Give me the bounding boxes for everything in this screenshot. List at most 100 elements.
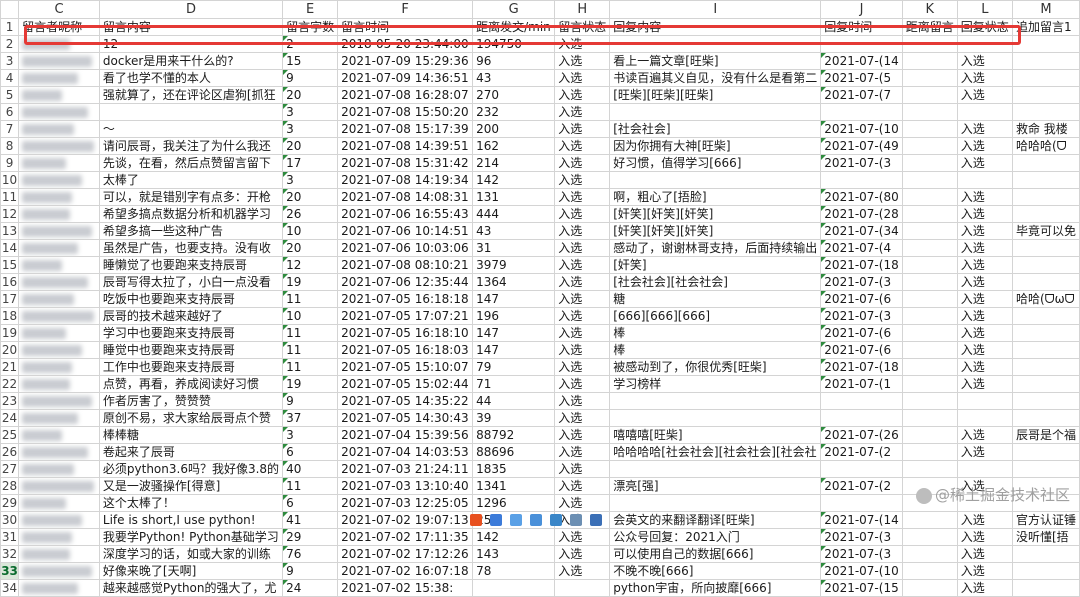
cell-m[interactable] [1011,35,1080,53]
cell-i[interactable]: 公众号回复：2021入门 [609,528,822,546]
cell-d[interactable]: 请问辰哥，我关注了为什么我还 [98,137,284,155]
cell-g[interactable]: 142 [472,171,556,189]
column-header-c[interactable]: C [18,0,100,19]
cell-j[interactable]: 2021-07-(80 [820,188,903,206]
nickname-cell[interactable] [18,222,100,240]
cell-e[interactable]: 10 [282,307,339,325]
column-header-d[interactable]: D [98,0,284,19]
cell-e[interactable]: 3 [282,171,339,189]
cell-e[interactable]: 9 [282,392,339,410]
app-icon[interactable] [470,514,482,526]
cell-i[interactable]: python宇宙，所向披靡[666] [609,579,822,597]
cell-g[interactable]: 194750 [472,35,556,53]
cell-l[interactable]: 入选 [956,324,1013,342]
cell-e[interactable]: 3 [282,120,339,138]
cell-h[interactable]: 入选 [554,409,611,427]
cell-k[interactable] [901,86,958,104]
cell-d[interactable]: 越来越感觉Python的强大了，尤 [98,579,284,597]
nickname-cell[interactable] [18,579,100,597]
cell-i[interactable]: 好习惯，值得学习[666] [609,154,822,172]
cell-i[interactable] [609,460,822,478]
cell-d[interactable] [98,103,284,121]
cell-f[interactable]: 2018-05-20 23:44:00 [337,35,474,53]
nickname-cell[interactable] [18,392,100,410]
cell-f[interactable]: 2021-07-09 15:29:36 [337,52,474,70]
cell-l[interactable]: 入选 [956,273,1013,291]
cell-d[interactable]: 学习中也要跑来支持辰哥 [98,324,284,342]
cell-f[interactable]: 2021-07-09 14:36:51 [337,69,474,87]
row-header[interactable]: 13 [0,222,20,240]
cell-j[interactable]: 2021-07-(3 [820,528,903,546]
cell-f[interactable]: 2021-07-08 15:50:20 [337,103,474,121]
cell-k[interactable] [901,341,958,359]
row-header[interactable]: 31 [0,528,20,546]
cell-k[interactable] [901,528,958,546]
cell-m[interactable] [1011,239,1080,257]
cell-e[interactable]: 76 [282,545,339,563]
cell-m[interactable] [1011,188,1080,206]
cell-e[interactable]: 11 [282,358,339,376]
cell-f[interactable]: 2021-07-06 10:14:51 [337,222,474,240]
cell-k[interactable] [901,35,958,53]
nickname-cell[interactable] [18,409,100,427]
cell-h[interactable]: 入选 [554,256,611,274]
cell-h[interactable]: 入选 [554,426,611,444]
cell-m[interactable] [1011,273,1080,291]
cell-d[interactable]: 睡觉中也要跑来支持辰哥 [98,341,284,359]
cell-h[interactable]: 入选 [554,562,611,580]
row-header[interactable]: 5 [0,86,20,104]
cell-e[interactable]: 6 [282,494,339,512]
cell-j[interactable]: 2021-07-(28 [820,205,903,223]
cell-h[interactable]: 入选 [554,528,611,546]
cell-k[interactable] [901,511,958,529]
cell-k[interactable] [901,120,958,138]
row-header[interactable]: 4 [0,69,20,87]
app-icon[interactable] [550,514,562,526]
cell-k[interactable] [901,290,958,308]
cell-i[interactable]: 可以使用自己的数据[666] [609,545,822,563]
cell-g[interactable]: 31 [472,239,556,257]
cell-m[interactable] [1011,358,1080,376]
row-header[interactable]: 33 [0,562,20,580]
cell-d[interactable]: 12 [98,35,284,53]
cell-d[interactable]: Life is short,I use python! [98,511,284,529]
cell-e[interactable]: 24 [282,579,339,597]
row-header[interactable]: 11 [0,188,20,206]
row-header[interactable]: 30 [0,511,20,529]
row-header[interactable]: 19 [0,324,20,342]
cell-m[interactable] [1011,545,1080,563]
cell-g[interactable]: 1341 [472,477,556,495]
app-icon[interactable] [590,514,602,526]
cell-l[interactable]: 入选 [956,511,1013,529]
cell-g[interactable] [472,579,556,597]
header-cell[interactable]: 留言时间 [337,18,474,36]
nickname-cell[interactable] [18,52,100,70]
cell-f[interactable]: 2021-07-08 15:17:39 [337,120,474,138]
cell-e[interactable]: 20 [282,188,339,206]
cell-i[interactable]: [奸笑][奸笑][奸笑] [609,205,822,223]
nickname-cell[interactable] [18,324,100,342]
cell-d[interactable]: 这个太棒了！ [98,494,284,512]
row-header[interactable]: 20 [0,341,20,359]
cell-g[interactable]: 79 [472,358,556,376]
cell-l[interactable]: 入选 [956,562,1013,580]
cell-k[interactable] [901,358,958,376]
cell-m[interactable] [1011,324,1080,342]
cell-f[interactable]: 2021-07-02 16:07:18 [337,562,474,580]
cell-l[interactable] [956,35,1013,53]
cell-h[interactable]: 入选 [554,443,611,461]
cell-j[interactable]: 2021-07-(26 [820,426,903,444]
cell-i[interactable]: [社会社会] [609,120,822,138]
cell-m[interactable] [1011,86,1080,104]
cell-f[interactable]: 2021-07-05 14:30:43 [337,409,474,427]
cell-k[interactable] [901,256,958,274]
cell-d[interactable]: 可以，就是错别字有点多：开枪 [98,188,284,206]
nickname-cell[interactable] [18,528,100,546]
cell-m[interactable] [1011,52,1080,70]
cell-f[interactable]: 2021-07-02 19:07:13 [337,511,474,529]
header-cell[interactable]: 留言者昵称 [18,18,100,36]
cell-g[interactable]: 214 [472,154,556,172]
column-header-g[interactable]: G [472,0,556,19]
cell-j[interactable] [820,35,903,53]
cell-k[interactable] [901,579,958,597]
